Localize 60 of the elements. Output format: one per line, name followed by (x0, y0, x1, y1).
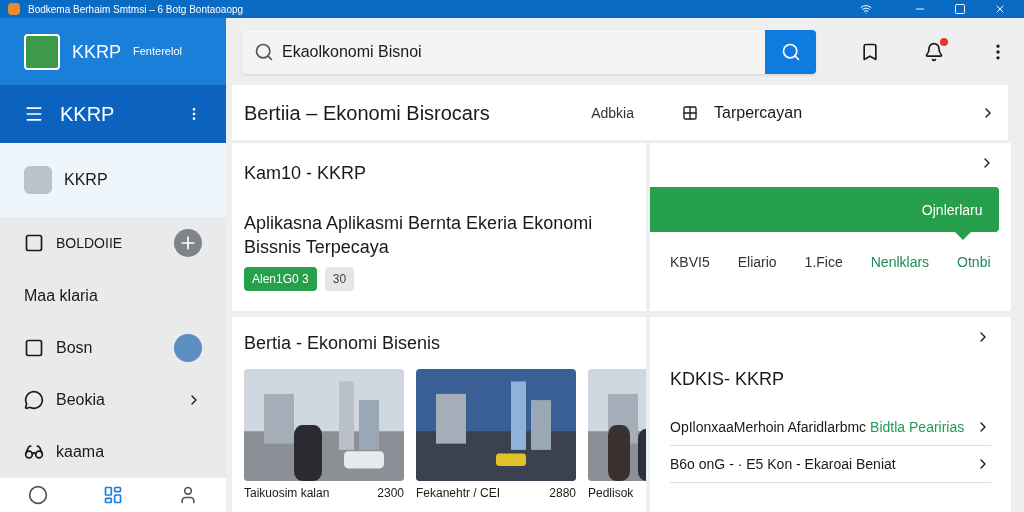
news-caption: Fekanehtr / CEI (416, 485, 501, 501)
tag: 30 (324, 267, 355, 291)
sidebar-label: Bosn (56, 337, 94, 358)
chat-icon (24, 389, 44, 410)
sidebar-label: BOLDOIIE (56, 234, 124, 254)
list-item-text: B6o onG - · E5 Kon - Ekaroai Beniat (670, 455, 896, 474)
news-count: 2300 (377, 485, 404, 501)
nav-tab[interactable] (27, 485, 48, 505)
window-title: Bodkema Berhaim Smtmsi – 6 Botg Bontaoaopg (28, 2, 245, 17)
card-title: KDKIS- KKRP (670, 368, 786, 391)
app-icon (8, 3, 20, 15)
sidebar-item[interactable]: Maa klaria (0, 269, 226, 322)
bookmark-icon[interactable] (860, 41, 880, 62)
sidebar-label: Beokia (56, 389, 106, 410)
sidebar-label: KKRP (64, 170, 109, 191)
sidebar-item[interactable]: Beokia (0, 373, 226, 426)
list-item-accent: Bidtla Pearirias (870, 418, 965, 437)
sidebar-label: kaama (56, 441, 106, 462)
section-title: Bertiia – Ekonomi Bisrocars (244, 100, 491, 126)
close-icon[interactable] (994, 3, 1006, 15)
tab[interactable]: Otnbi (957, 252, 991, 272)
sidebar-item[interactable]: BOLDOIIE (0, 217, 226, 270)
wifi-icon (860, 3, 872, 15)
app-bar-title: KKRP (60, 102, 116, 127)
menu-icon[interactable] (24, 104, 44, 124)
nav-tab[interactable] (103, 485, 123, 505)
tab[interactable]: 1.Fice (804, 252, 843, 272)
search-button[interactable] (765, 29, 816, 74)
frame-icon (24, 337, 44, 358)
search-field[interactable]: Ekaolkonomi Bisnoi (242, 29, 816, 74)
avatar (24, 166, 52, 195)
avatar (174, 333, 202, 362)
tab[interactable]: Eliario (737, 252, 777, 272)
card-title: Kam10 - KKRP (244, 162, 368, 185)
list-item-text: OpIlonxaaMerhoin Afaridlarbmc (670, 418, 867, 437)
search-icon (254, 41, 274, 62)
header-link[interactable]: Adbkia (591, 102, 634, 123)
brand-name: KKRP (72, 40, 122, 64)
card-title: Bertia - Ekonomi Bisenis (244, 332, 442, 355)
news-count: 2880 (549, 485, 576, 501)
logo (24, 33, 60, 70)
sidebar-label: Maa klaria (24, 285, 99, 306)
frame-icon (24, 233, 44, 254)
list-item[interactable]: OpIlonxaaMerhoin Afaridlarbmc Bidtla Pearirias (670, 409, 991, 446)
grid-icon[interactable] (682, 104, 698, 121)
view-label: Tarpercayan (714, 102, 804, 123)
maximize-icon[interactable] (954, 3, 966, 15)
tab[interactable]: Nenlklars (870, 252, 930, 272)
search-icon[interactable] (780, 41, 801, 62)
brand-subtitle: Fenterelol (133, 44, 182, 60)
list-item[interactable]: B6o onG - · E5 Kon - Ekaroai Beniat (670, 446, 991, 483)
card-description: Aplikasna Aplikasmi Bernta Ekeria Ekonomi Bissnis Terpecaya (244, 212, 594, 259)
sidebar-item[interactable]: Bosn (0, 321, 226, 374)
sidebar-item[interactable]: kaama (0, 425, 226, 478)
sidebar-item[interactable]: KKRP (0, 143, 226, 218)
banner-text: Ojnlerlaru (921, 200, 983, 220)
tab[interactable]: KBVI5 (670, 252, 710, 272)
tag: Alen1G0 3 (244, 267, 317, 291)
news-caption: Pedlisok (588, 485, 634, 501)
news-caption: Taikuosim kalan (244, 485, 330, 501)
